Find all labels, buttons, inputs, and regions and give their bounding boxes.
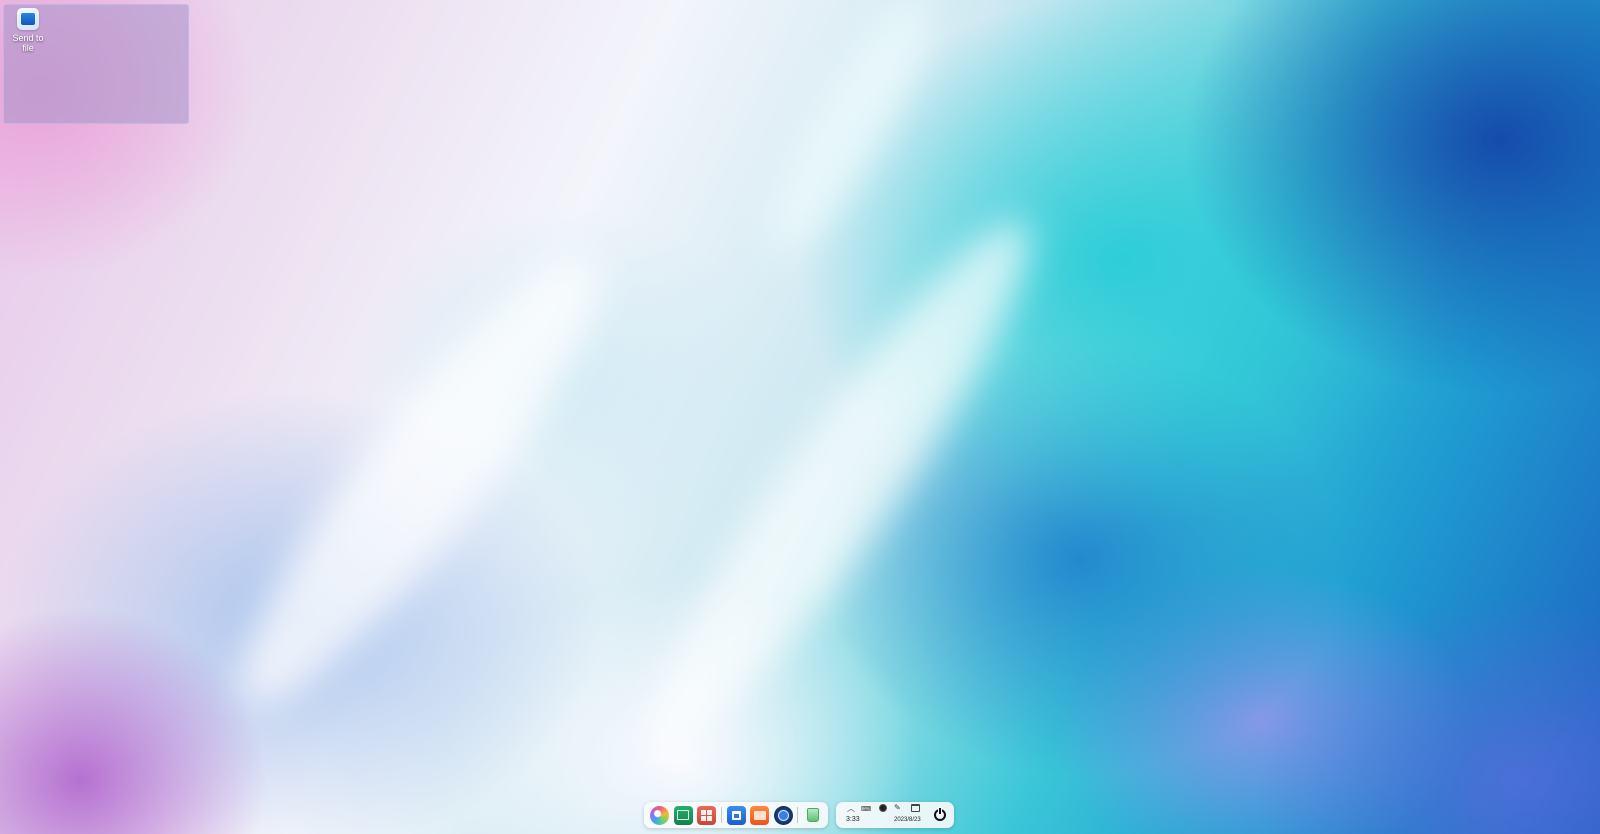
chevron-up-icon[interactable]: ︿ — [847, 805, 855, 813]
desktop-icon-label: Send to file — [12, 33, 44, 53]
clock-time[interactable]: 3:33 — [846, 816, 860, 824]
trash-icon[interactable] — [803, 806, 822, 825]
image-viewer-icon — [17, 8, 39, 30]
clock-date[interactable]: 2023/8/23 — [894, 816, 921, 824]
pen-icon[interactable]: ✎ — [894, 804, 901, 812]
dock — [644, 802, 828, 828]
desktop[interactable]: Send to file ︿ ⌨ ✎ 3:33 2023/8/23 — [0, 0, 1600, 834]
wallpaper-streak — [611, 191, 1069, 779]
folder-icon[interactable] — [750, 805, 770, 825]
multitask-icon[interactable] — [697, 805, 717, 825]
keyboard-icon[interactable]: ⌨ — [861, 805, 871, 813]
dock-separator — [720, 807, 722, 823]
calendar-icon[interactable] — [911, 804, 920, 812]
launcher-icon[interactable] — [650, 805, 669, 825]
app-store-icon[interactable] — [726, 805, 746, 825]
wallpaper-streak — [744, 0, 956, 273]
desktop-icon-file[interactable]: Send to file — [6, 8, 50, 53]
power-icon[interactable] — [934, 808, 946, 821]
wallpaper-streak — [200, 222, 640, 738]
browser-icon[interactable] — [773, 805, 793, 825]
system-tray: ︿ ⌨ ✎ 3:33 2023/8/23 — [836, 802, 954, 828]
dock-separator — [797, 807, 799, 823]
system-monitor-icon[interactable] — [673, 805, 693, 825]
network-icon[interactable] — [879, 804, 887, 812]
